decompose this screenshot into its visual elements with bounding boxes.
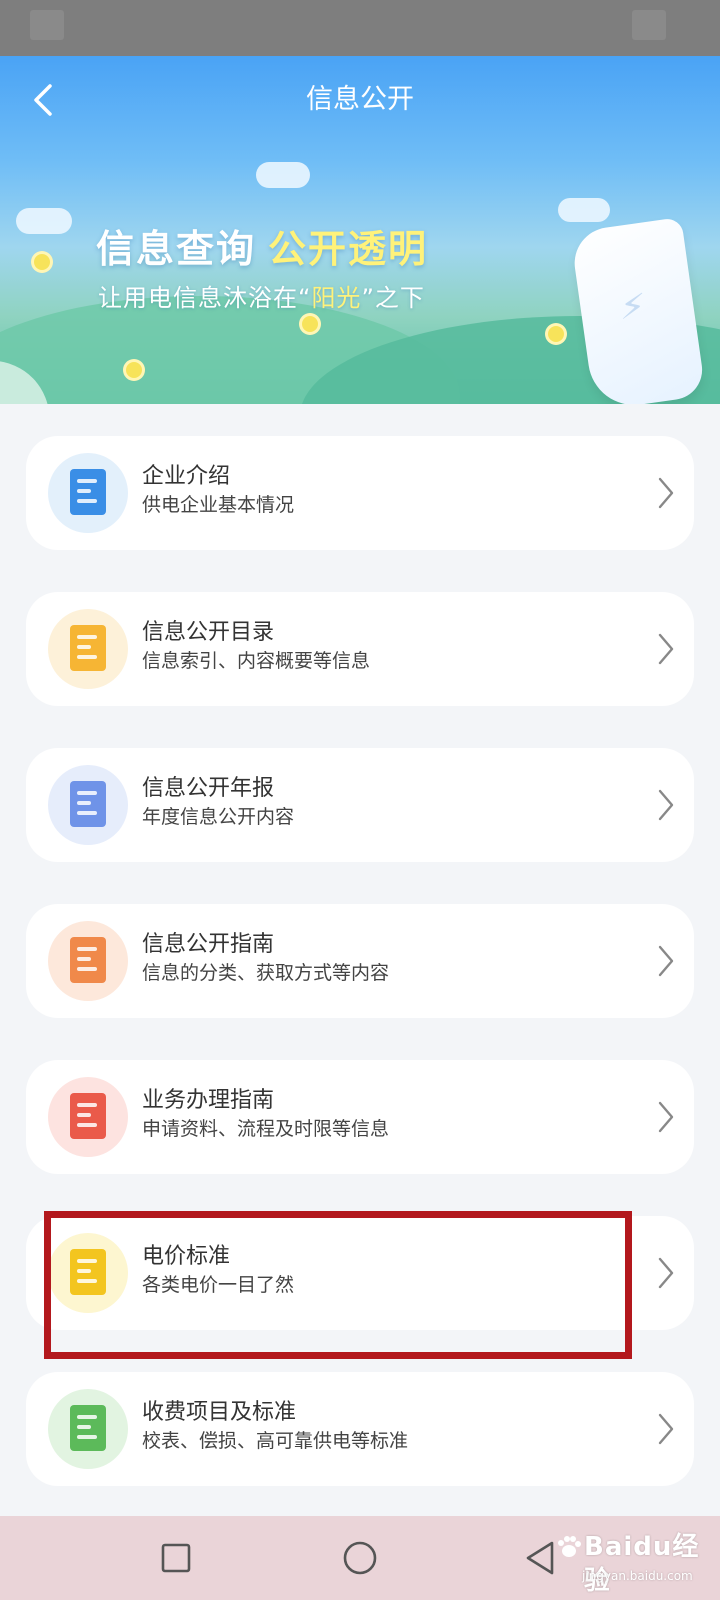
flower-decoration	[126, 362, 142, 378]
item-title: 信息公开年报	[142, 776, 275, 801]
page-title: 信息公开	[306, 84, 414, 115]
item-icon-wrap	[48, 609, 128, 689]
item-description: 校表、偿损、高可靠供电等标准	[142, 1430, 409, 1452]
list-item-info-catalog[interactable]: 信息公开目录 信息索引、内容概要等信息	[26, 592, 694, 706]
cloud-decoration	[558, 198, 610, 222]
item-icon-wrap	[48, 765, 128, 845]
list-item-business-guide[interactable]: 业务办理指南 申请资料、流程及时限等信息	[26, 1060, 694, 1174]
list-item-company-intro[interactable]: 企业介绍 供电企业基本情况	[26, 436, 694, 550]
home-icon[interactable]	[338, 1536, 382, 1580]
flower-decoration	[302, 316, 318, 332]
building-icon	[70, 469, 106, 515]
hero-subtitle: 让用电信息沐浴在“阳光”之下	[98, 281, 425, 315]
chevron-right-icon	[658, 633, 674, 665]
item-description: 信息的分类、获取方式等内容	[142, 962, 390, 984]
catalog-icon	[70, 625, 106, 671]
watermark-url: jingyan.baidu.com	[582, 1569, 693, 1583]
item-title: 企业介绍	[142, 464, 231, 489]
hero-subtitle-suffix: ”之下	[361, 284, 425, 312]
item-icon-wrap	[48, 921, 128, 1001]
chevron-right-icon	[658, 477, 674, 509]
chevron-right-icon	[658, 1413, 674, 1445]
cloud-decoration	[256, 162, 310, 188]
hero-slogan-highlight: 公开透明	[268, 227, 429, 271]
guide-icon	[70, 937, 106, 983]
paw-logo-icon	[558, 1536, 581, 1557]
hero-slogan: 信息查询 公开透明	[96, 224, 428, 274]
cloud-decoration	[16, 208, 72, 234]
item-description: 供电企业基本情况	[142, 494, 295, 516]
hourglass-icon	[70, 1093, 106, 1139]
item-icon-wrap	[48, 1077, 128, 1157]
watermark: Baidu经验 jingyan.baidu.com	[556, 1526, 716, 1596]
flower-decoration	[34, 254, 50, 270]
chevron-right-icon	[658, 1257, 674, 1289]
item-description: 年度信息公开内容	[142, 806, 295, 828]
list-item-annual-report[interactable]: 信息公开年报 年度信息公开内容	[26, 748, 694, 862]
flower-decoration	[548, 326, 564, 342]
hero-slogan-main: 信息查询	[96, 227, 257, 271]
clipboard-check-icon	[70, 1405, 106, 1451]
watermark-brand: Baidu经验	[584, 1532, 700, 1596]
recent-apps-icon[interactable]	[154, 1536, 198, 1580]
hero-subtitle-prefix: 让用电信息沐浴在“	[98, 284, 312, 312]
chevron-right-icon	[658, 1101, 674, 1133]
item-icon-wrap	[48, 1389, 128, 1469]
item-title: 收费项目及标准	[142, 1400, 297, 1425]
highlight-annotation-box	[44, 1211, 632, 1359]
status-bar	[0, 0, 720, 56]
item-description: 申请资料、流程及时限等信息	[142, 1118, 390, 1140]
hero-subtitle-highlight: 阳光	[311, 284, 362, 312]
annual-report-icon	[70, 781, 106, 827]
item-description: 信息索引、内容概要等信息	[142, 650, 371, 672]
chevron-right-icon	[658, 789, 674, 821]
chevron-right-icon	[658, 945, 674, 977]
status-icon	[30, 10, 64, 40]
item-title: 信息公开指南	[142, 932, 275, 957]
item-title: 业务办理指南	[142, 1088, 275, 1113]
lightning-icon: ⚡	[620, 287, 646, 328]
item-title: 信息公开目录	[142, 620, 275, 645]
list-item-fee-standards[interactable]: 收费项目及标准 校表、偿损、高可靠供电等标准	[26, 1372, 694, 1486]
status-icon	[632, 10, 666, 40]
list-item-info-guide[interactable]: 信息公开指南 信息的分类、获取方式等内容	[26, 904, 694, 1018]
item-icon-wrap	[48, 453, 128, 533]
